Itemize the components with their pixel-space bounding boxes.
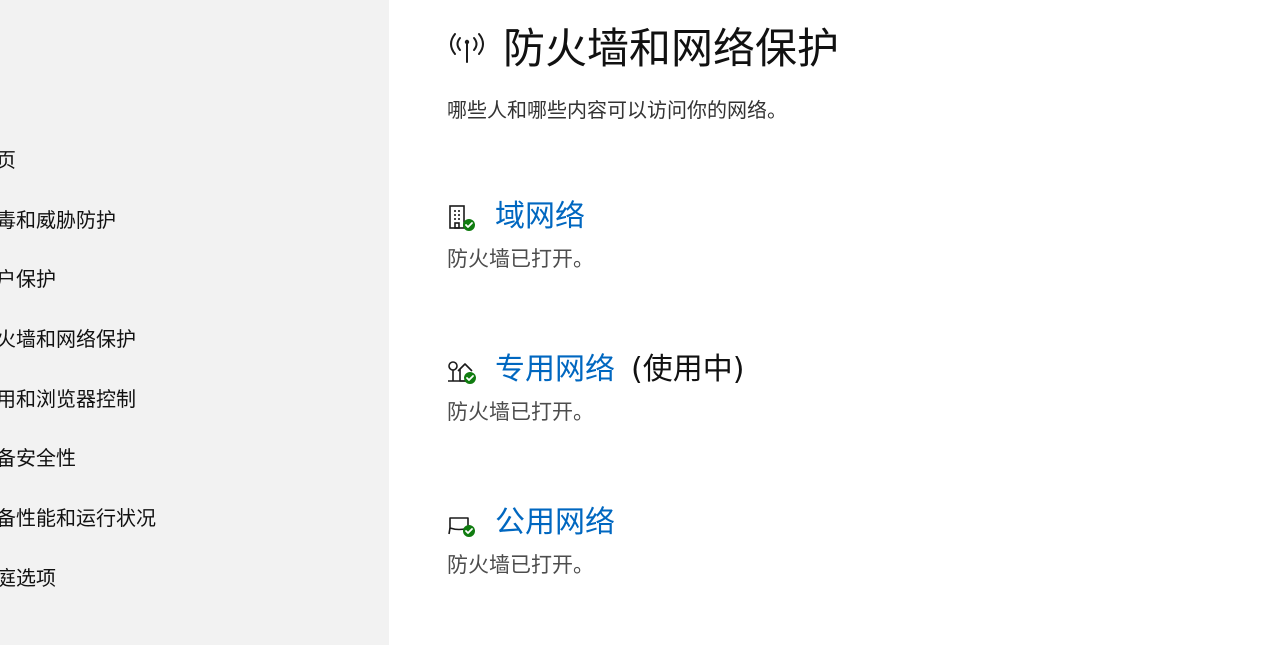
network-public-status: 防火墙已打开。 bbox=[447, 553, 594, 577]
page-title: 防火墙和网络保护 bbox=[503, 24, 840, 73]
sidebar-item-label: 设备安全性 bbox=[0, 446, 76, 471]
sidebar-item-family-options[interactable]: 家庭选项 bbox=[0, 558, 389, 618]
public-bench-check-icon bbox=[447, 510, 479, 538]
sidebar-nav-list: 主页 病毒和威胁防护 帐户保护 防火墙和网络保护 应用和浏览器控制 设备安全性 … bbox=[0, 140, 389, 618]
network-domain-status: 防火墙已打开。 bbox=[447, 247, 594, 271]
network-public-link[interactable]: 公用网络 bbox=[495, 502, 615, 544]
sidebar-item-virus-protection[interactable]: 病毒和威胁防护 bbox=[0, 200, 389, 260]
network-private: 专用网络 (使用中) 防火墙已打开。 bbox=[447, 349, 1247, 439]
sidebar-item-label: 防火墙和网络保护 bbox=[0, 327, 136, 352]
sidebar-item-device-performance[interactable]: 设备性能和运行状况 bbox=[0, 498, 389, 558]
network-domain-link[interactable]: 域网络 bbox=[495, 196, 585, 238]
sidebar-item-app-browser-control[interactable]: 应用和浏览器控制 bbox=[0, 379, 389, 439]
network-private-link[interactable]: 专用网络 bbox=[495, 349, 615, 391]
sidebar-item-label: 主页 bbox=[0, 148, 16, 172]
sidebar-item-account-protection[interactable]: 帐户保护 bbox=[0, 259, 389, 319]
main-content: 防火墙和网络保护 哪些人和哪些内容可以访问你的网络。 域网络 防火墙已打开。 专… bbox=[389, 0, 1280, 645]
network-public: 公用网络 防火墙已打开。 bbox=[447, 502, 1247, 592]
sidebar-item-firewall[interactable]: 防火墙和网络保护 bbox=[0, 319, 389, 379]
sidebar-item-label: 病毒和威胁防护 bbox=[0, 207, 116, 232]
domain-building-check-icon bbox=[447, 204, 479, 232]
network-private-status: 防火墙已打开。 bbox=[447, 400, 594, 424]
sidebar-item-label: 设备性能和运行状况 bbox=[0, 506, 156, 531]
sidebar-item-label: 家庭选项 bbox=[0, 565, 56, 590]
sidebar-item-label: 帐户保护 bbox=[0, 267, 56, 292]
sidebar-item-home[interactable]: 主页 bbox=[0, 140, 389, 200]
security-app-window: 主页 病毒和威胁防护 帐户保护 防火墙和网络保护 应用和浏览器控制 设备安全性 … bbox=[0, 0, 1280, 645]
wireless-antenna-icon bbox=[447, 30, 487, 66]
sidebar-item-device-security[interactable]: 设备安全性 bbox=[0, 438, 389, 498]
private-home-check-icon bbox=[447, 357, 479, 385]
network-in-use-label: (使用中) bbox=[631, 352, 745, 387]
sidebar: 主页 病毒和威胁防护 帐户保护 防火墙和网络保护 应用和浏览器控制 设备安全性 … bbox=[0, 0, 389, 645]
page-subtitle: 哪些人和哪些内容可以访问你的网络。 bbox=[447, 98, 787, 122]
sidebar-item-label: 应用和浏览器控制 bbox=[0, 386, 136, 411]
network-domain: 域网络 防火墙已打开。 bbox=[447, 196, 1247, 286]
